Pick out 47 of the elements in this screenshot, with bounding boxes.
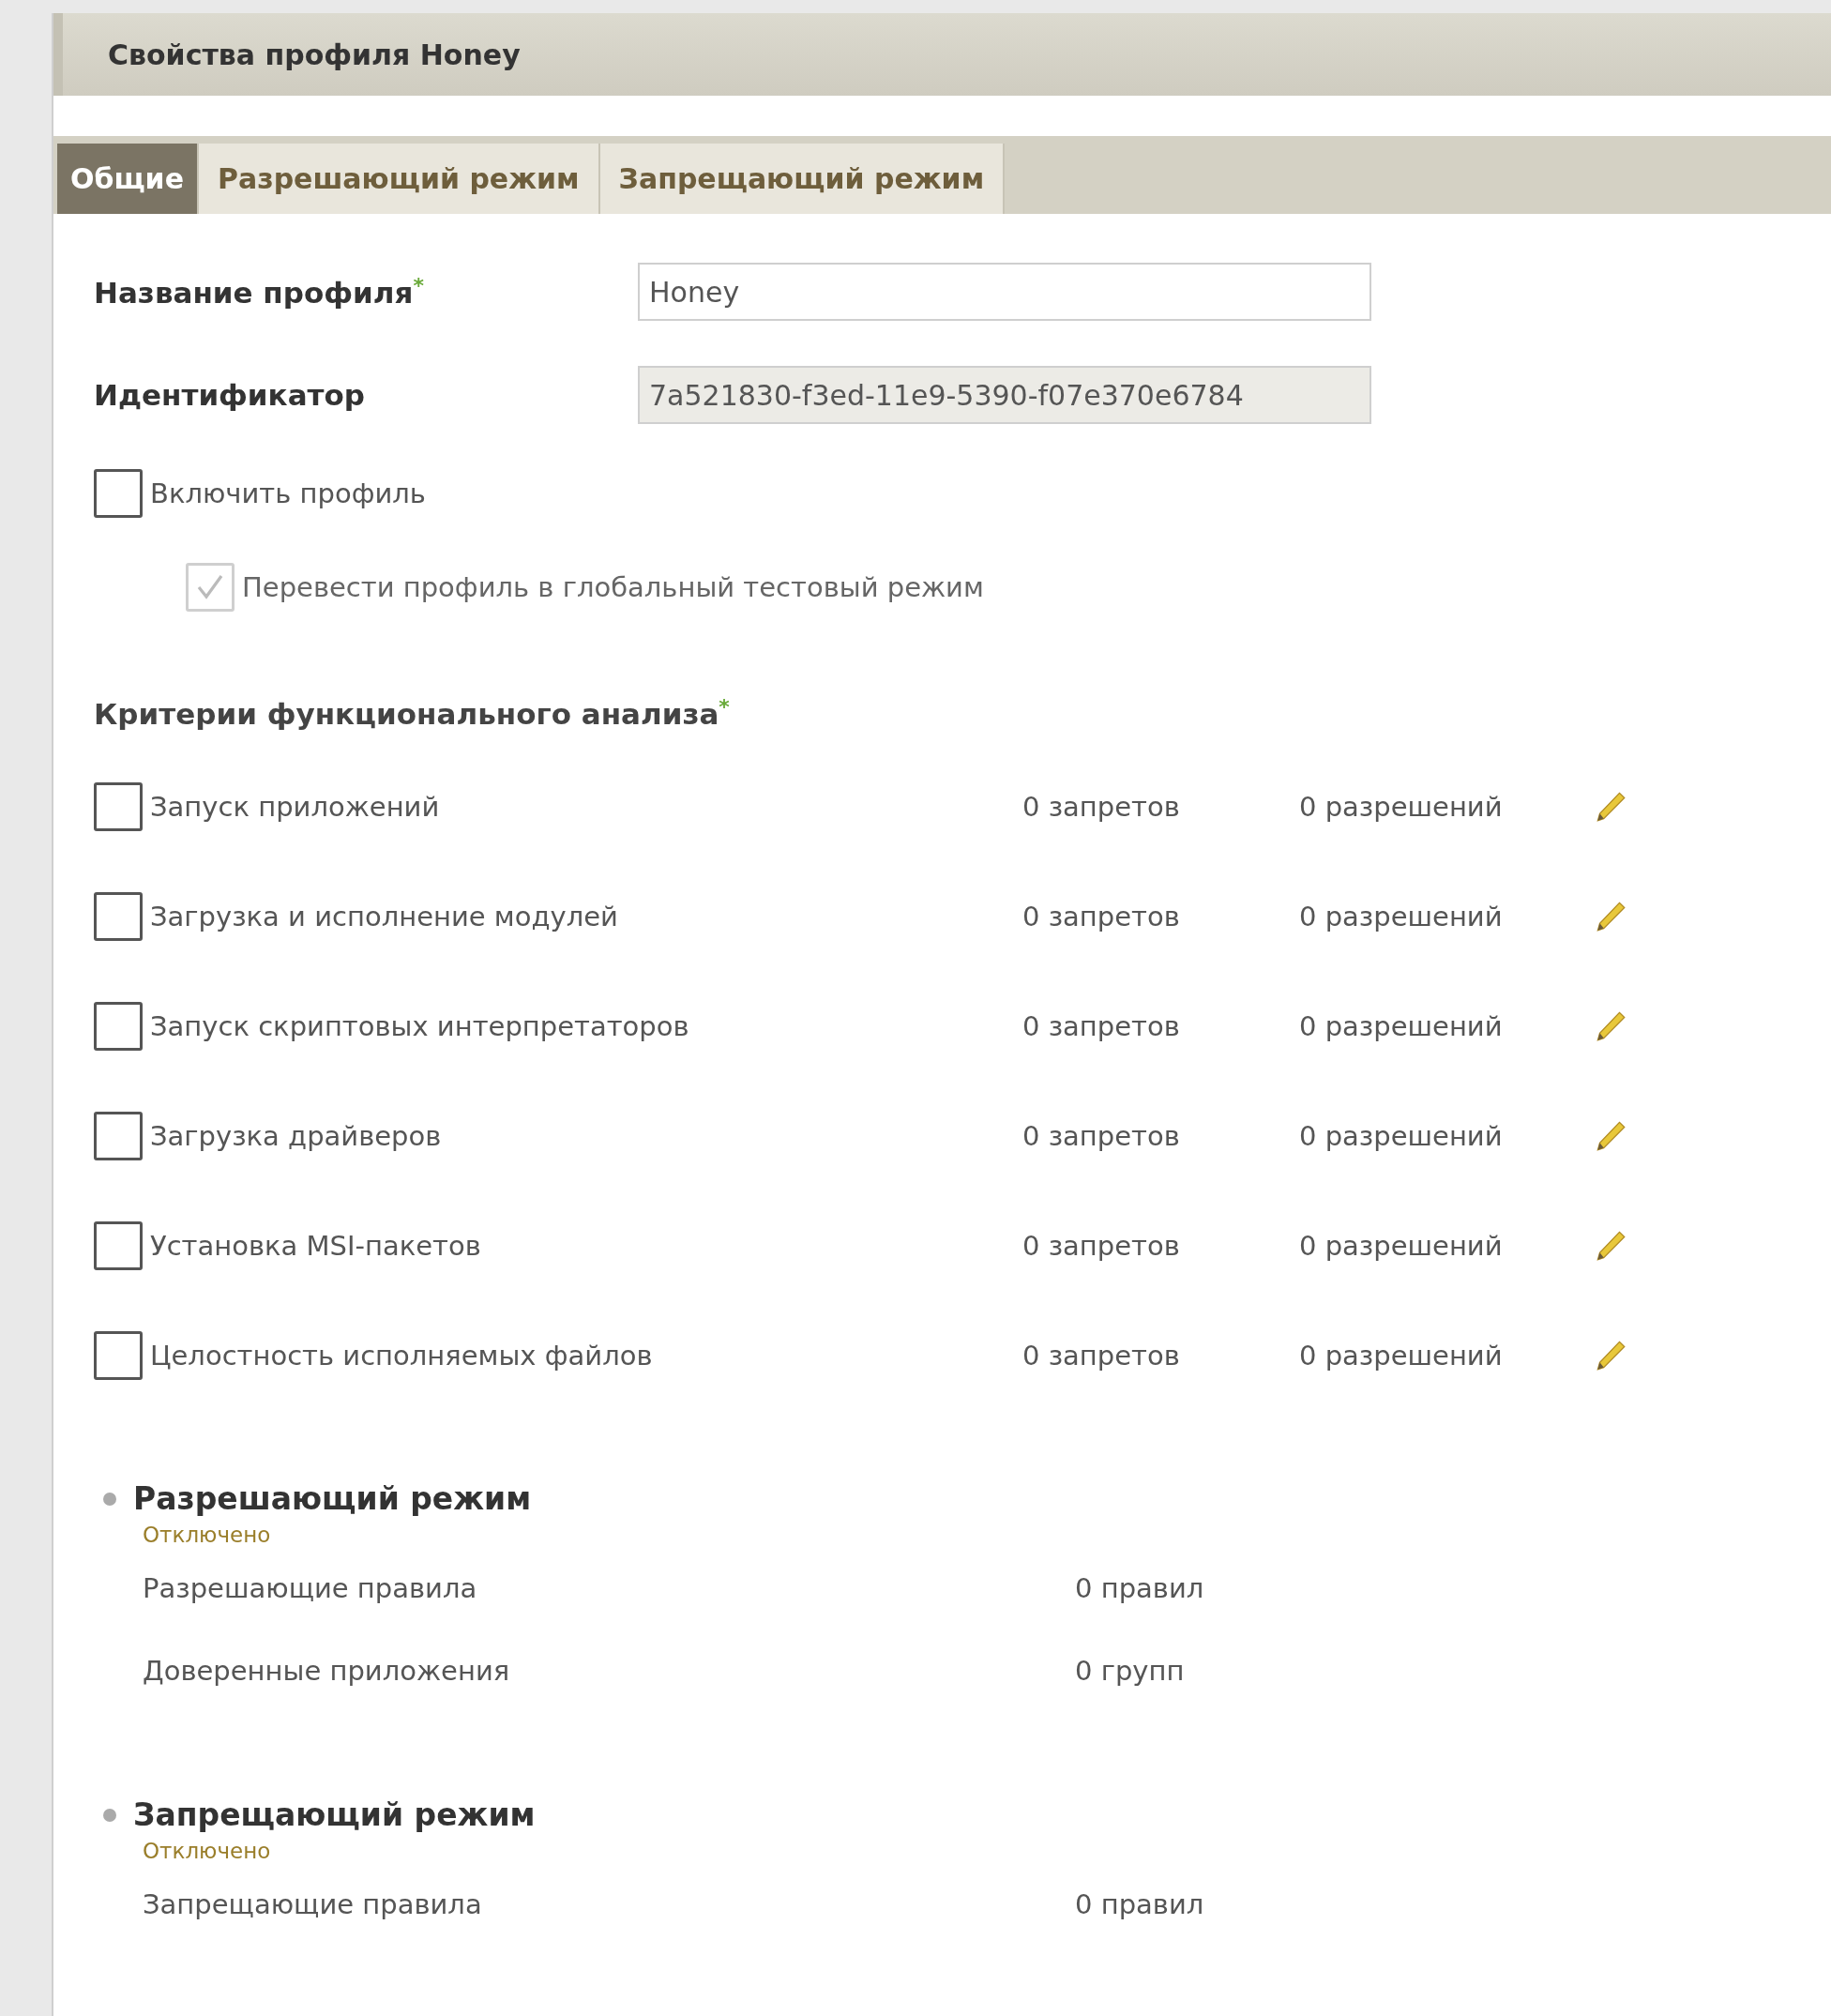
deny-count: 0 запретов [1022,1119,1181,1152]
section-heading: Разрешающий режим [133,1480,532,1517]
checkbox[interactable] [94,1220,143,1270]
deny-count: 0 запретов [1022,1009,1181,1042]
bullet-dot [103,1492,116,1506]
deny-count: 0 запретов [1022,790,1181,823]
field-label: Название профиля$^{*}$ [94,273,425,311]
allow-count: 0 разрешений [1299,790,1504,823]
section-heading: Критерии функционального анализа$^{*}$ [94,695,731,734]
rule-count: 0 групп [1075,1655,1185,1687]
checkbox-label: Запуск скриптовых интерпретаторов [150,1009,689,1042]
checkbox[interactable] [94,469,143,518]
tab[interactable]: Общие [57,144,199,214]
status-text: Отключено [143,1839,272,1863]
allow-count: 0 разрешений [1299,900,1504,932]
checkbox-label: Целостность исполняемых файлов [150,1339,653,1372]
field-label: Идентификатор [94,378,366,412]
rule-count: 0 правил [1075,1888,1204,1920]
checkbox-label: Перевести профиль в глобальный тестовый режим [242,571,984,603]
checkbox-label: Загрузка и исполнение модулей [150,900,618,932]
allow-count: 0 разрешений [1299,1339,1504,1372]
status-text: Отключено [143,1523,272,1547]
rule-label: Доверенные приложения [143,1655,511,1687]
window-title: Свойства профиля Honey [108,38,521,71]
deny-count: 0 запретов [1022,1229,1181,1262]
checkbox-label: Запуск приложений [150,790,440,823]
tab[interactable]: Разрешающий режим [199,144,600,214]
checkbox[interactable] [94,781,143,831]
tab[interactable]: Запрещающий режим [599,144,1006,214]
bullet-dot [103,1808,116,1822]
deny-count: 0 запретов [1022,900,1181,932]
rule-count: 0 правил [1075,1572,1204,1604]
checkbox-label: Загрузка драйверов [150,1119,442,1152]
checkbox-label: Включить профиль [150,477,426,509]
checkbox-label: Установка MSI-пакетов [150,1229,481,1262]
checkbox[interactable] [94,891,143,941]
checkbox[interactable] [94,1111,143,1160]
section-heading: Запрещающий режим [133,1796,536,1833]
allow-count: 0 разрешений [1299,1119,1504,1152]
checkbox[interactable] [94,1001,143,1051]
rule-label: Запрещающие правила [143,1888,483,1920]
input-field[interactable]: Honey [638,263,1371,321]
deny-count: 0 запретов [1022,1339,1181,1372]
rule-label: Разрешающие правила [143,1572,478,1604]
allow-count: 0 разрешений [1299,1009,1504,1042]
checkbox[interactable] [94,1330,143,1380]
allow-count: 0 разрешений [1299,1229,1504,1262]
